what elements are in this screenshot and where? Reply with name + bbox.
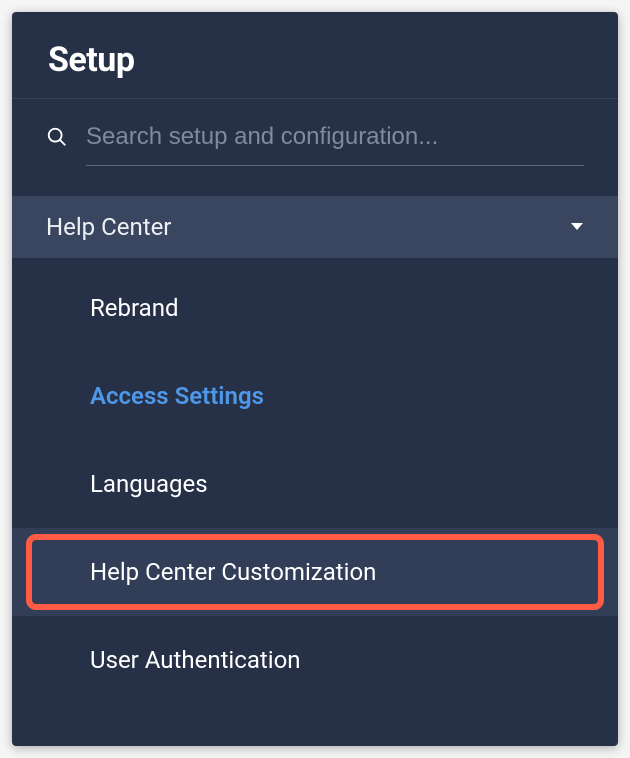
nav-label: Access Settings	[90, 382, 264, 410]
nav-label: Rebrand	[90, 294, 179, 322]
chevron-down-icon	[570, 222, 584, 232]
search-underline	[86, 165, 584, 166]
nav-item-user-authentication[interactable]: User Authentication	[12, 616, 618, 704]
nav-list: Rebrand Access Settings Languages Help C…	[12, 258, 618, 704]
nav-item-access-settings[interactable]: Access Settings	[12, 352, 618, 440]
page-title: Setup	[48, 40, 582, 80]
nav-item-help-center-customization[interactable]: Help Center Customization	[12, 528, 618, 616]
nav-label: Help Center Customization	[90, 558, 376, 586]
nav-item-rebrand[interactable]: Rebrand	[12, 264, 618, 352]
search-row[interactable]	[46, 123, 584, 165]
setup-panel: Setup Help Center Rebrand Access Setting…	[12, 12, 618, 746]
search-container	[12, 99, 618, 174]
nav-label: Languages	[90, 470, 208, 498]
section-header-help-center[interactable]: Help Center	[12, 196, 618, 258]
search-icon	[46, 126, 68, 148]
panel-header: Setup	[12, 12, 618, 98]
search-input[interactable]	[86, 123, 584, 151]
section-title: Help Center	[46, 213, 171, 241]
nav-label: User Authentication	[90, 646, 301, 674]
nav-item-languages[interactable]: Languages	[12, 440, 618, 528]
